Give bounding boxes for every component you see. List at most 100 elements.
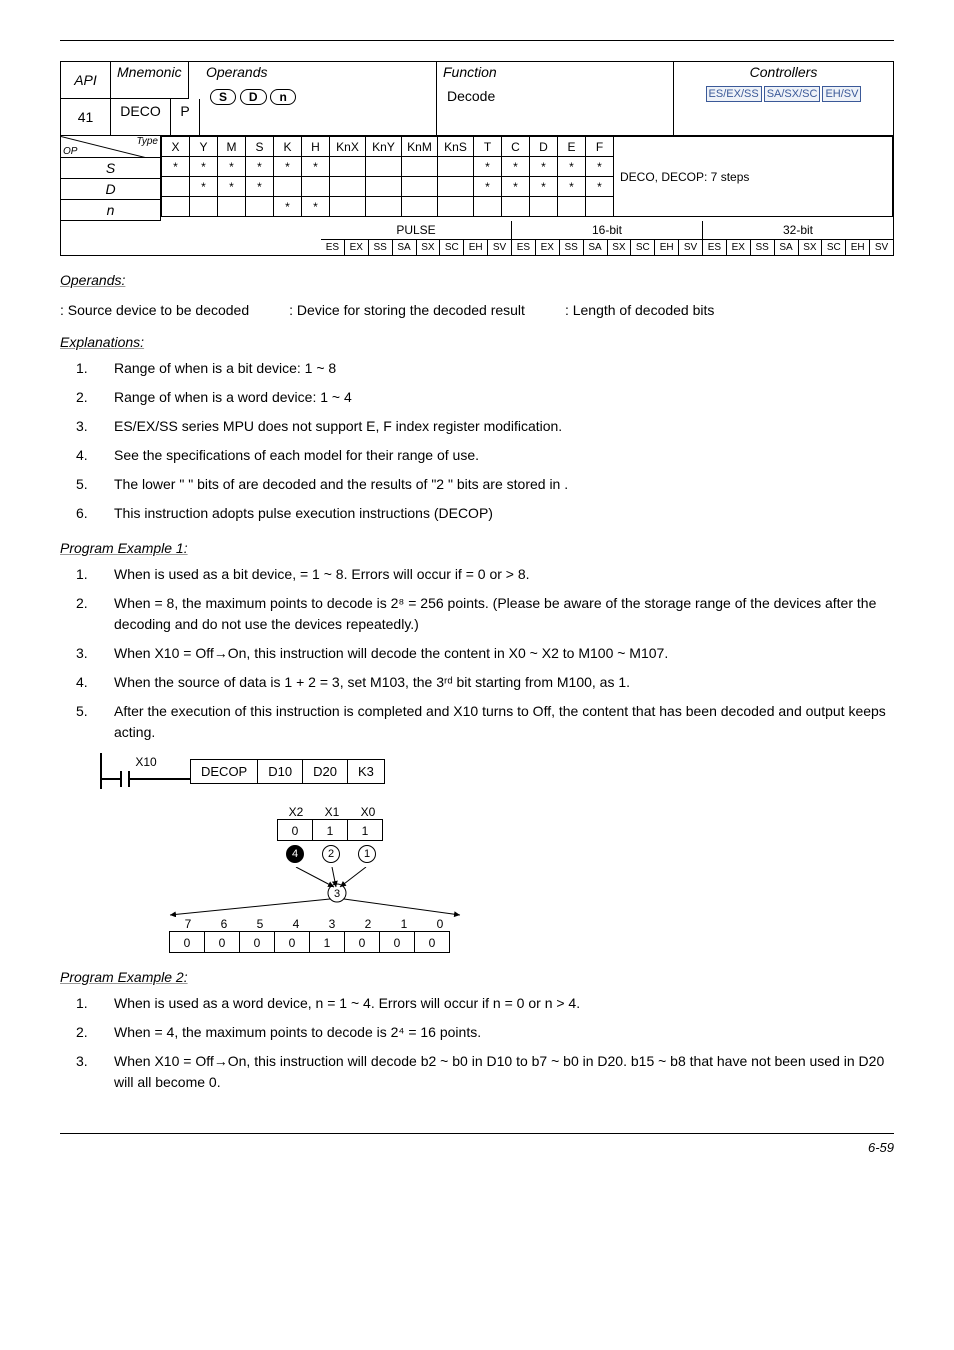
pulse-cell: ES [321,240,345,255]
cell [190,197,218,217]
col-C: C [502,137,530,157]
cell: * [246,157,274,177]
top-rule [60,40,894,41]
col-E: E [558,137,586,157]
operand-n-desc: : Length of decoded bits [565,302,714,318]
cell: * [302,197,330,217]
pulse-cell: SV [488,240,511,255]
list-item: 1.Range of when is a bit device: 1 ~ 8 [76,358,894,379]
cell: * [502,177,530,197]
pulse-cell: SS [560,240,584,255]
cell [530,197,558,217]
col-F: F [586,137,614,157]
pulse-label: 32-bit [703,221,893,240]
cell: * [218,177,246,197]
steps-cell: DECO, DECOP: 7 steps [614,137,893,217]
list-item: 5.After the execution of this instructio… [76,701,894,743]
col-KnS: KnS [438,137,474,157]
controllers-label: Controllers [674,62,893,82]
circ-2: 2 [322,845,340,863]
function-text: Decode [437,82,673,135]
cell: * [530,177,558,197]
operand-d: D [240,89,267,105]
operands-label: Operands [200,62,437,82]
ctrl-eh: EH/SV [822,86,861,102]
contact-label: X10 [135,755,156,769]
cell [162,177,190,197]
pulse-cell: SA [775,240,799,255]
col-M: M [218,137,246,157]
cell [330,197,366,217]
col-D: D [530,137,558,157]
pulse-cell: EH [846,240,870,255]
operand-s-desc: : Source device to be decoded [60,302,249,318]
cell [402,177,438,197]
pulse-cell: SX [608,240,632,255]
pulse-cell: SC [440,240,464,255]
operand-s: S [210,89,236,105]
row-d: D [61,179,161,200]
cell [402,157,438,177]
cell: * [274,157,302,177]
list-item: 4.When the source of data is 1 + 2 = 3, … [76,672,894,693]
pulse-cell: SC [631,240,655,255]
col-T: T [474,137,502,157]
pulse-label: 16-bit [512,221,702,240]
explanations-list: 1.Range of when is a bit device: 1 ~ 82.… [60,358,894,524]
cell [402,197,438,217]
cell: * [474,177,502,197]
cell [246,197,274,217]
cell: * [218,157,246,177]
cell: * [474,157,502,177]
pe1-label: Program Example 1: [60,540,894,556]
cell: * [246,177,274,197]
list-item: 4.See the specifications of each model f… [76,445,894,466]
operand-d-desc: : Device for storing the decoded result [289,302,525,318]
cell: * [162,157,190,177]
cell [274,177,302,197]
col-K: K [274,137,302,157]
ctrl-sa: SA/SX/SC [764,86,821,102]
instruction-header-box: API Mnemonic 41 DECO P Operands Function [60,61,894,256]
ladder-diagram: X10 DECOP D10 D20 K3 X2 X1 X0 0 1 1 4 [100,753,894,953]
col-KnM: KnM [402,137,438,157]
pulse-cell: EX [727,240,751,255]
operands-section-label: Operands: [60,272,894,288]
col-S: S [246,137,274,157]
cell [474,197,502,217]
cell [330,157,366,177]
pulse-cell: SC [822,240,846,255]
cell [302,177,330,197]
pulse-cell: ES [512,240,536,255]
list-item: 3.When X10 = Off→On, this instruction wi… [76,643,894,664]
list-item: 2.When = 4, the maximum points to decode… [76,1022,894,1043]
pulse-cell: EX [536,240,560,255]
cell: * [586,177,614,197]
pulse-cell: SV [679,240,702,255]
decode-diagram: X2 X1 X0 0 1 1 4 2 1 3 [170,805,894,953]
inst-op1: D10 [258,759,303,784]
cell: * [586,157,614,177]
operand-n: n [270,89,295,105]
pulse-cell: ES [703,240,727,255]
pulse-cell: SX [799,240,823,255]
cell [162,197,190,217]
explanations-label: Explanations: [60,334,894,350]
cell: * [558,157,586,177]
col-X: X [162,137,190,157]
cell [438,177,474,197]
function-label: Function [437,62,673,82]
row-n: n [61,200,161,221]
pe2-list: 1.When is used as a word device, n = 1 ~… [60,993,894,1093]
pulse-cell: SA [584,240,608,255]
pulse-row: PULSEESEXSSSASXSCEHSV16-bitESEXSSSASXSCE… [61,221,893,255]
cell [218,197,246,217]
cell [366,177,402,197]
pulse-cell: EX [345,240,369,255]
circ-4: 4 [286,845,304,863]
circ-1: 1 [358,845,376,863]
cell: * [558,177,586,197]
type-grid-row: Type OP S D n XYMSKHKnXKnYKnMKnSTCDEFDEC… [61,136,893,221]
diag-cell: Type OP [61,136,161,158]
cell [438,197,474,217]
